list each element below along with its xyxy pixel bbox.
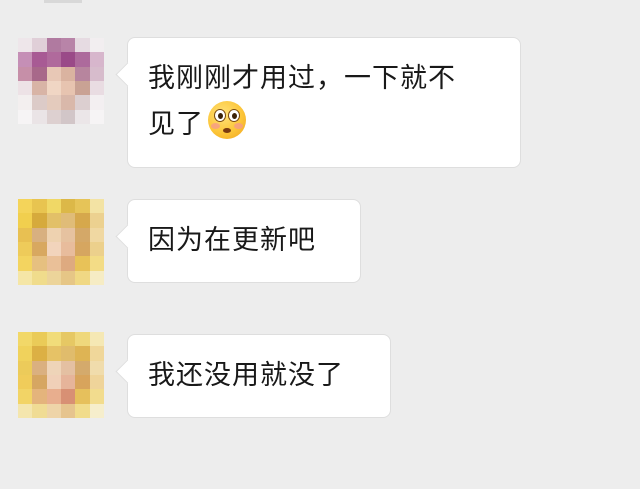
message-text: 我刚刚才用过，一下就不 见了	[148, 63, 456, 140]
message-bubble[interactable]: 因为在更新吧	[127, 199, 361, 283]
flushed-face-icon	[208, 101, 246, 139]
avatar[interactable]	[18, 38, 104, 124]
message-text: 因为在更新吧	[148, 225, 316, 256]
message-text: 我还没用就没了	[148, 360, 344, 391]
avatar[interactable]	[18, 199, 104, 285]
message-bubble[interactable]: 我刚刚才用过，一下就不 见了	[127, 37, 521, 168]
message-bubble[interactable]: 我还没用就没了	[127, 334, 391, 418]
avatar[interactable]	[18, 332, 104, 418]
previous-message-fragment	[44, 0, 82, 3]
